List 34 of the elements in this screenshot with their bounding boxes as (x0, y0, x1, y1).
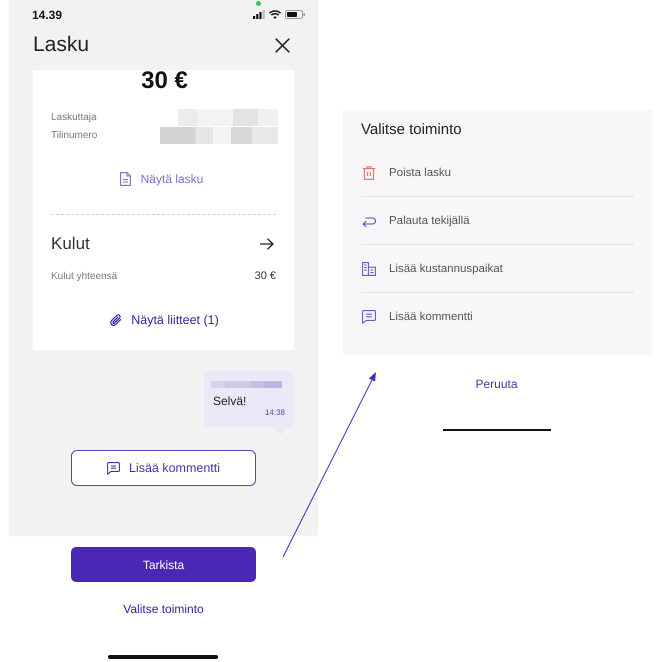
comment-icon (106, 462, 120, 474)
trash-icon (362, 166, 376, 180)
privacy-dot-icon (256, 1, 261, 6)
battery-icon (285, 10, 305, 19)
paperclip-icon (110, 314, 122, 326)
action-item[interactable]: Poista lasku (361, 149, 634, 197)
invoice-amount: 30 € (141, 70, 188, 92)
view-invoice-link[interactable]: Näytä lasku (120, 171, 204, 187)
comment-time: 14:38 (264, 408, 285, 418)
cancel-link[interactable]: Peruuta (475, 377, 518, 391)
add-comment-button[interactable]: Lisää kommentti (71, 450, 256, 486)
redacted-block (211, 381, 282, 388)
action-item[interactable]: Lisää kommentti (361, 293, 634, 341)
comment-icon (362, 310, 376, 324)
action-item[interactable]: Lisää kustannuspaikat (361, 245, 634, 293)
total-label: Kulut yhteensä (51, 270, 118, 282)
buildings-icon (362, 262, 376, 276)
section-title: Kulut (51, 234, 90, 254)
close-icon[interactable] (275, 38, 290, 52)
comment-text: Selvä! (213, 394, 248, 408)
check-button[interactable]: Tarkista (71, 547, 256, 582)
status-time: 14.39 (32, 8, 62, 22)
signal-icon (253, 10, 265, 19)
wifi-icon (269, 10, 281, 19)
detail-label: Tilinumero (51, 130, 98, 140)
detail-label: Laskuttaja (51, 112, 97, 122)
document-icon (120, 172, 131, 186)
action-item[interactable]: Palauta tekijällä (361, 197, 634, 245)
total-value: 30 € (254, 270, 276, 282)
choose-action-link[interactable]: Valitse toiminto (123, 601, 204, 617)
sheet-title: Valitse toiminto (361, 120, 463, 140)
arrow-right-icon[interactable] (260, 238, 274, 250)
attachments-link[interactable]: Näytä liitteet (1) (110, 312, 219, 328)
screen-title: Lasku (33, 33, 90, 57)
